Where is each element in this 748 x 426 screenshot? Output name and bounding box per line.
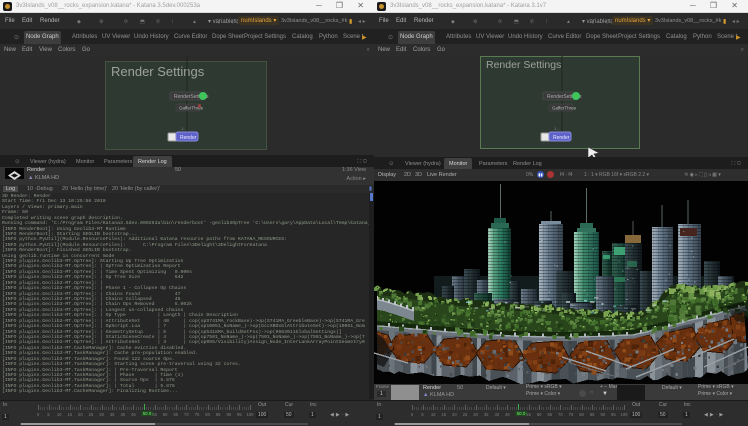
svg-text:Render: Render [553,135,570,141]
svg-text:GafferThree: GafferThree [552,106,577,111]
svg-text:Render: Render [180,135,197,141]
svg-text:1...: 1... [554,126,560,131]
svg-text:1...: 1... [181,126,187,131]
